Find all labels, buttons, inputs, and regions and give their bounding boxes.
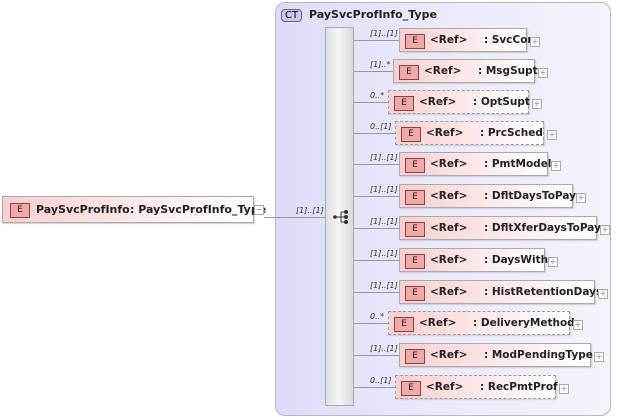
element-ref: <Ref> xyxy=(430,158,468,170)
expand-button[interactable]: + xyxy=(594,352,604,362)
connector-line xyxy=(354,228,399,229)
element-ref: <Ref> xyxy=(430,222,468,234)
child-element[interactable]: E <Ref> : MsgSupt xyxy=(393,59,538,83)
connector-line xyxy=(354,71,393,72)
connector-line xyxy=(354,260,399,261)
element-name: : PrcSched xyxy=(480,127,543,139)
connector-line xyxy=(354,102,388,103)
element-ref: <Ref> xyxy=(430,34,468,46)
element-badge: E xyxy=(405,34,425,49)
child-multiplicity: 0..[1] xyxy=(370,376,392,385)
root-element-type: : PaySvcProfInfo_Type xyxy=(130,203,267,216)
child-multiplicity: 0..* xyxy=(370,91,385,100)
element-name: : PmtModel xyxy=(484,158,552,170)
child-multiplicity: [1]..[1] xyxy=(370,153,398,162)
complex-type-title: PaySvcProfInfo_Type xyxy=(309,8,437,21)
element-badge: E xyxy=(401,127,421,142)
element-ref: <Ref> xyxy=(419,96,457,108)
element-ref: <Ref> xyxy=(430,254,468,266)
root-element[interactable]: E PaySvcProfInfo : PaySvcProfInfo_Type xyxy=(2,196,266,223)
connector-line xyxy=(354,323,388,324)
connector-line xyxy=(354,133,395,134)
connector-line xyxy=(354,387,395,388)
element-name: : DfltDaysToPay xyxy=(484,190,576,202)
element-name: : OptSupt xyxy=(473,96,530,108)
element-ref: <Ref> xyxy=(430,190,468,202)
child-element[interactable]: E <Ref> : HistRetentionDays xyxy=(399,280,602,304)
child-multiplicity: [1]..[1] xyxy=(370,281,398,290)
child-element[interactable]: E <Ref> : OptSupt xyxy=(388,90,530,114)
sequence-compositor[interactable] xyxy=(325,27,354,406)
sequence-icon xyxy=(333,210,348,224)
element-badge: E xyxy=(405,254,425,269)
child-element[interactable]: E <Ref> : DeliveryMethod xyxy=(388,311,575,335)
connector-line xyxy=(354,355,399,356)
child-multiplicity: 0..* xyxy=(370,312,385,321)
element-badge: E xyxy=(401,381,421,396)
child-multiplicity: [1]..[1] xyxy=(370,29,398,38)
expand-button[interactable]: + xyxy=(573,320,583,330)
expand-button[interactable]: + xyxy=(559,384,569,394)
child-element[interactable]: E <Ref> : DfltDaysToPay xyxy=(399,184,576,208)
child-element[interactable]: E <Ref> : PmtModel xyxy=(399,152,552,176)
child-element[interactable]: E <Ref> : SvcCore xyxy=(399,28,540,52)
child-multiplicity: [1]..[1] xyxy=(370,344,398,353)
expand-button[interactable]: + xyxy=(538,68,548,78)
child-element[interactable]: E <Ref> : DfltXferDaysToPay xyxy=(399,216,601,240)
element-badge: E xyxy=(394,96,414,111)
complex-type-badge: CT xyxy=(281,9,303,22)
element-ref: <Ref> xyxy=(419,317,457,329)
expand-button[interactable]: + xyxy=(576,193,586,203)
expand-button[interactable]: + xyxy=(530,37,540,47)
child-multiplicity: [1]..[1] xyxy=(370,249,398,258)
expand-button[interactable]: + xyxy=(551,161,561,171)
expand-button[interactable]: + xyxy=(547,130,557,140)
element-name: : ModPendingType xyxy=(484,349,593,361)
child-element[interactable]: E <Ref> : DaysWith xyxy=(399,248,549,272)
root-element-name: PaySvcProfInfo xyxy=(36,203,130,216)
element-name: : DfltXferDaysToPay xyxy=(484,222,601,234)
child-element[interactable]: E <Ref> : PrcSched xyxy=(395,121,544,145)
child-multiplicity: [1]..[1] xyxy=(370,185,398,194)
expand-button[interactable]: + xyxy=(598,289,608,299)
element-name: : MsgSupt xyxy=(478,65,538,77)
element-ref: <Ref> xyxy=(424,65,462,77)
connector-line xyxy=(354,164,399,165)
element-badge: E xyxy=(405,190,425,205)
element-ref: <Ref> xyxy=(426,381,464,393)
element-badge: E xyxy=(405,158,425,173)
element-name: : RecPmtProf xyxy=(480,381,558,393)
element-badge: E xyxy=(405,222,425,237)
child-element[interactable]: E <Ref> : RecPmtProf xyxy=(395,375,558,399)
element-badge: E xyxy=(10,203,30,218)
connector-line xyxy=(264,217,325,218)
element-badge: E xyxy=(399,65,419,80)
connector-line xyxy=(354,40,399,41)
root-multiplicity: [1]..[1] xyxy=(296,206,324,215)
element-badge: E xyxy=(405,349,425,364)
element-ref: <Ref> xyxy=(430,349,468,361)
element-name: : DaysWith xyxy=(484,254,549,266)
element-name: : DeliveryMethod xyxy=(473,317,575,329)
child-element[interactable]: E <Ref> : ModPendingType xyxy=(399,343,593,367)
expand-button[interactable]: + xyxy=(532,99,542,109)
element-ref: <Ref> xyxy=(430,286,468,298)
connector-line xyxy=(354,196,399,197)
child-multiplicity: 0..[1] xyxy=(370,122,392,131)
child-multiplicity: [1]..* xyxy=(370,60,391,69)
element-badge: E xyxy=(405,286,425,301)
collapse-button[interactable]: − xyxy=(254,205,264,215)
expand-button[interactable]: + xyxy=(600,225,610,235)
element-badge: E xyxy=(394,317,414,332)
child-multiplicity: [1]..[1] xyxy=(370,217,398,226)
expand-button[interactable]: + xyxy=(548,257,558,267)
element-ref: <Ref> xyxy=(426,127,464,139)
element-name: : HistRetentionDays xyxy=(484,286,603,298)
connector-line xyxy=(354,292,399,293)
